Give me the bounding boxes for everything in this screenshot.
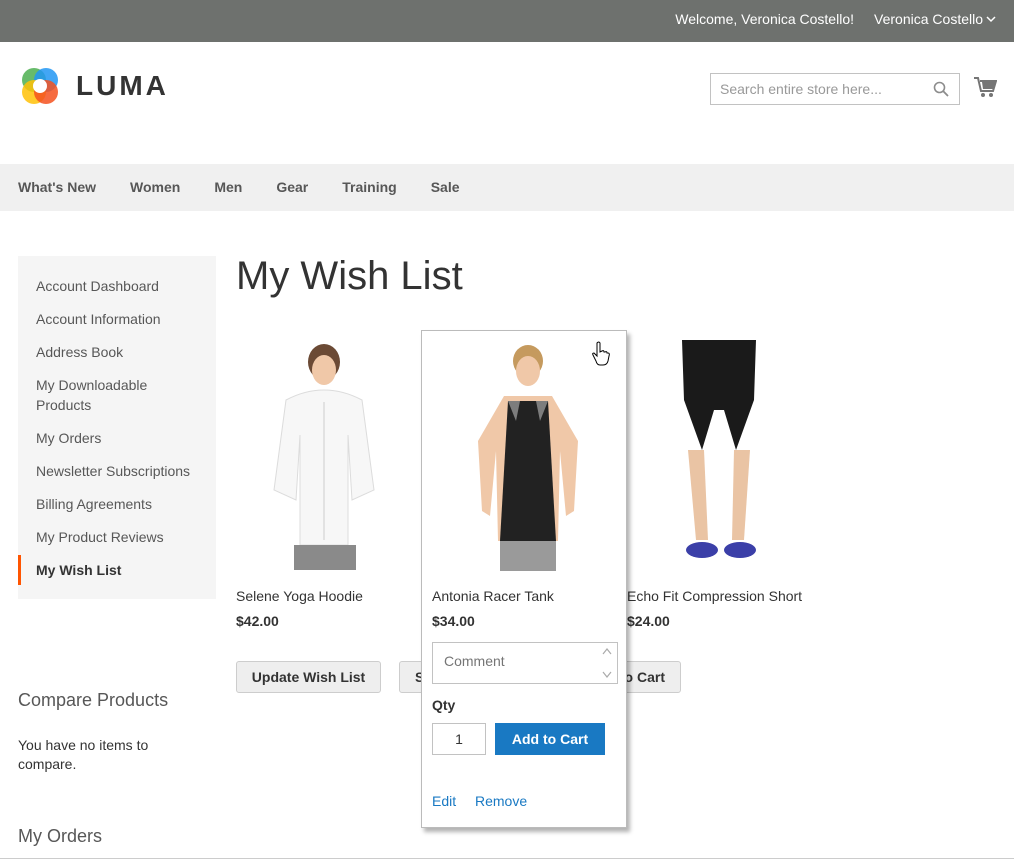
compare-products-title: Compare Products — [18, 690, 169, 710]
product-name-antonia-racer-tank[interactable]: Antonia Racer Tank — [432, 588, 554, 604]
nav-item-men[interactable]: Men — [214, 164, 242, 211]
my-orders-block-title: My Orders — [18, 826, 103, 846]
product-image-antonia-racer-tank[interactable] — [438, 341, 612, 571]
search-input[interactable] — [711, 74, 921, 104]
main-navigation: What's New Women Men Gear Training Sale — [0, 164, 1014, 211]
wishlist-item-hover-card: Antonia Racer Tank $34.00 Qty Add to Car… — [421, 330, 627, 828]
page-title: My Wish List — [236, 254, 463, 298]
chevron-down-icon — [986, 16, 996, 23]
sidebar-item-address-book[interactable]: Address Book — [18, 342, 216, 362]
sidebar-item-my-orders[interactable]: My Orders — [18, 428, 216, 448]
product-price: $34.00 — [432, 613, 475, 629]
qty-label: Qty — [432, 697, 456, 713]
search-icon[interactable] — [933, 81, 949, 97]
account-sidebar: Account Dashboard Account Information Ad… — [18, 256, 216, 599]
product-price: $42.00 — [236, 613, 279, 629]
update-wish-list-button[interactable]: Update Wish List — [236, 661, 381, 693]
product-price: $24.00 — [627, 613, 670, 629]
logo-text: LUMA — [76, 70, 169, 101]
nav-item-training[interactable]: Training — [342, 164, 396, 211]
qty-input[interactable] — [432, 723, 486, 755]
shopping-cart-icon[interactable] — [973, 76, 997, 98]
remove-link[interactable]: Remove — [475, 793, 527, 809]
search-box — [710, 73, 960, 105]
account-name: Veronica Costello — [874, 11, 983, 27]
sidebar-item-account-information[interactable]: Account Information — [18, 309, 216, 329]
nav-item-sale[interactable]: Sale — [431, 164, 460, 211]
logo-icon — [22, 68, 58, 104]
welcome-message: Welcome, Veronica Costello! — [675, 11, 854, 27]
add-to-cart-button[interactable]: Add to Cart — [495, 723, 605, 755]
compare-empty-text: You have no items to compare. — [18, 737, 149, 772]
sidebar-item-product-reviews[interactable]: My Product Reviews — [18, 527, 216, 547]
nav-item-women[interactable]: Women — [130, 164, 180, 211]
sidebar-item-newsletter[interactable]: Newsletter Subscriptions — [18, 461, 216, 481]
product-name-echo-fit-short[interactable]: Echo Fit Compression Short — [627, 588, 802, 604]
divider — [0, 858, 1014, 859]
product-name-selene-yoga-hoodie[interactable]: Selene Yoga Hoodie — [236, 588, 363, 604]
edit-link[interactable]: Edit — [432, 793, 456, 809]
sidebar-item-billing-agreements[interactable]: Billing Agreements — [18, 494, 216, 514]
account-menu[interactable]: Veronica Costello — [874, 11, 996, 27]
product-image-selene-yoga-hoodie[interactable] — [236, 340, 410, 570]
sidebar-item-account-dashboard[interactable]: Account Dashboard — [18, 276, 216, 296]
product-image-echo-fit-short[interactable] — [632, 340, 806, 570]
comment-field[interactable] — [432, 642, 618, 684]
hand-pointer-icon — [592, 341, 610, 366]
nav-item-gear[interactable]: Gear — [276, 164, 308, 211]
sidebar-item-wish-list: My Wish List — [18, 555, 216, 585]
top-bar: Welcome, Veronica Costello! Veronica Cos… — [0, 0, 1014, 42]
sidebar-item-downloadable-products[interactable]: My Downloadable Products — [18, 375, 216, 415]
nav-item-whats-new[interactable]: What's New — [18, 164, 96, 211]
scroll-arrows-icon[interactable] — [600, 644, 614, 682]
luma-logo[interactable]: LUMA — [18, 64, 169, 108]
